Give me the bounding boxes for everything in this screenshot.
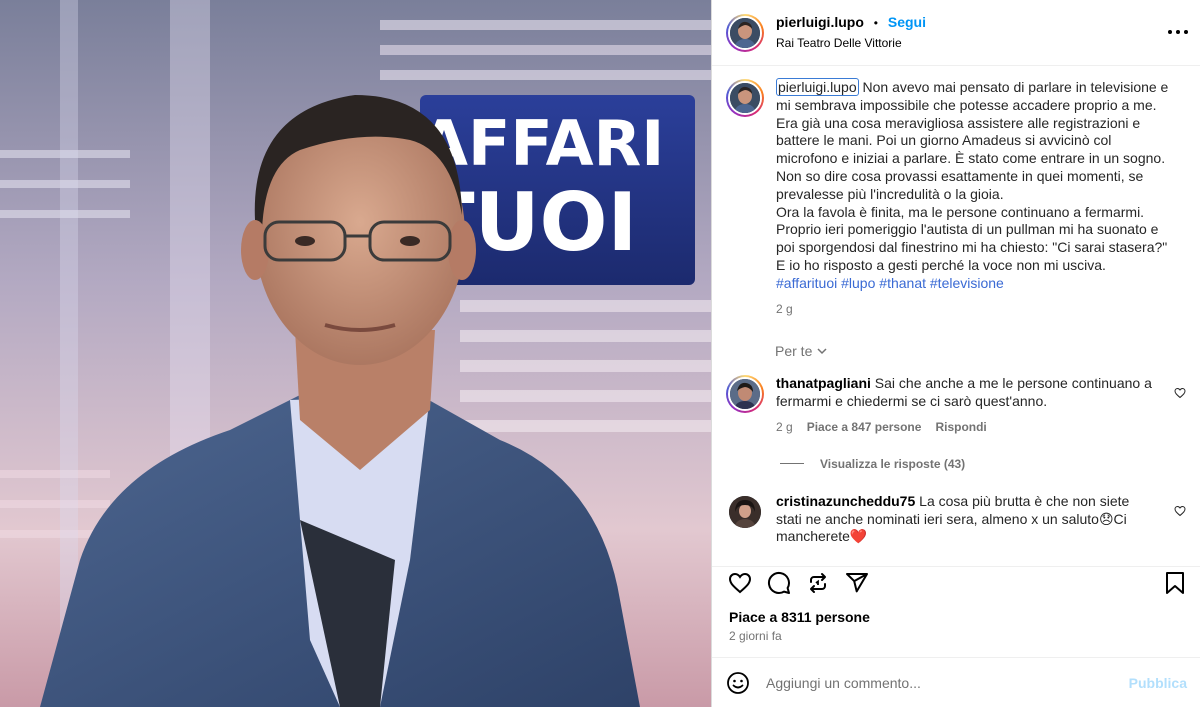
post-dialog: AFFARI TUOI pierluigi.lupo • Segui Rai T… bbox=[0, 0, 1200, 707]
comment-time[interactable]: 2 g bbox=[776, 419, 793, 437]
commenter-avatar[interactable] bbox=[726, 493, 764, 531]
post-timestamp[interactable]: 2 giorni fa bbox=[729, 629, 782, 643]
post-actions-bar bbox=[712, 566, 1200, 596]
caption-text: Non avevo mai pensato di parlare in tele… bbox=[776, 79, 1169, 273]
share-icon[interactable] bbox=[845, 571, 869, 595]
comments-scroll-area[interactable]: pierluigi.lupo Non avevo mai pensato di … bbox=[712, 66, 1200, 566]
caption-avatar[interactable] bbox=[726, 79, 764, 117]
emoji-icon[interactable] bbox=[726, 671, 750, 695]
hashtag-thanat[interactable]: #thanat bbox=[879, 275, 926, 291]
bookmark-icon[interactable] bbox=[1164, 571, 1186, 595]
post-photo: AFFARI TUOI bbox=[0, 0, 711, 707]
follow-button[interactable]: Segui bbox=[888, 14, 926, 30]
heart-icon[interactable] bbox=[728, 571, 752, 595]
separator-dot: • bbox=[873, 16, 878, 30]
caption-username[interactable]: pierluigi.lupo bbox=[776, 78, 859, 96]
sign-line-1: AFFARI bbox=[420, 107, 664, 180]
commenter-username[interactable]: cristinazuncheddu75 bbox=[776, 493, 915, 509]
comment-likes[interactable]: Piace a 847 persone bbox=[807, 419, 922, 437]
hashtags: #affarituoi #lupo #thanat #televisione bbox=[776, 275, 1176, 293]
commenter-avatar[interactable] bbox=[726, 375, 764, 414]
comment-input[interactable]: Aggiungi un commento... bbox=[766, 675, 1129, 691]
post-side-panel: pierluigi.lupo • Segui Rai Teatro Delle … bbox=[711, 0, 1200, 707]
comment-like-heart-icon[interactable] bbox=[1174, 387, 1186, 399]
post-location[interactable]: Rai Teatro Delle Vittorie bbox=[776, 34, 926, 52]
view-replies-label: Visualizza le risposte (43) bbox=[820, 456, 966, 471]
replies-divider bbox=[780, 463, 804, 465]
post-header: pierluigi.lupo • Segui Rai Teatro Delle … bbox=[712, 0, 1200, 66]
sort-comments-dropdown[interactable]: Per te bbox=[775, 343, 1200, 359]
reply-button[interactable]: Rispondi bbox=[935, 419, 986, 437]
post-caption: pierluigi.lupo Non avevo mai pensato di … bbox=[712, 66, 1200, 318]
comment-item: thanatpagliani Sai che anche a me le per… bbox=[712, 375, 1200, 436]
hashtag-affarituoi[interactable]: #affarituoi bbox=[776, 275, 837, 291]
post-likes-count[interactable]: Piace a 8311 persone bbox=[729, 609, 870, 625]
comment-like-heart-icon[interactable] bbox=[1174, 505, 1186, 517]
repost-icon[interactable] bbox=[806, 571, 830, 595]
publish-button[interactable]: Pubblica bbox=[1129, 675, 1187, 691]
hashtag-televisione[interactable]: #televisione bbox=[930, 275, 1004, 291]
caption-time[interactable]: 2 g bbox=[776, 301, 1176, 319]
hashtag-lupo[interactable]: #lupo bbox=[841, 275, 875, 291]
author-username[interactable]: pierluigi.lupo bbox=[776, 14, 864, 30]
author-avatar[interactable] bbox=[726, 13, 764, 52]
commenter-username[interactable]: thanatpagliani bbox=[776, 375, 871, 391]
add-comment-bar: Aggiungi un commento... Pubblica bbox=[712, 657, 1200, 707]
comment-item: cristinazuncheddu75 La cosa più brutta è… bbox=[712, 493, 1200, 546]
comment-icon[interactable] bbox=[767, 571, 791, 595]
sort-label: Per te bbox=[775, 343, 813, 360]
post-image: AFFARI TUOI bbox=[0, 0, 711, 707]
view-replies-button[interactable]: Visualizza le risposte (43) bbox=[780, 457, 1200, 471]
more-icon[interactable] bbox=[1168, 22, 1188, 42]
chevron-down-icon bbox=[817, 348, 827, 355]
